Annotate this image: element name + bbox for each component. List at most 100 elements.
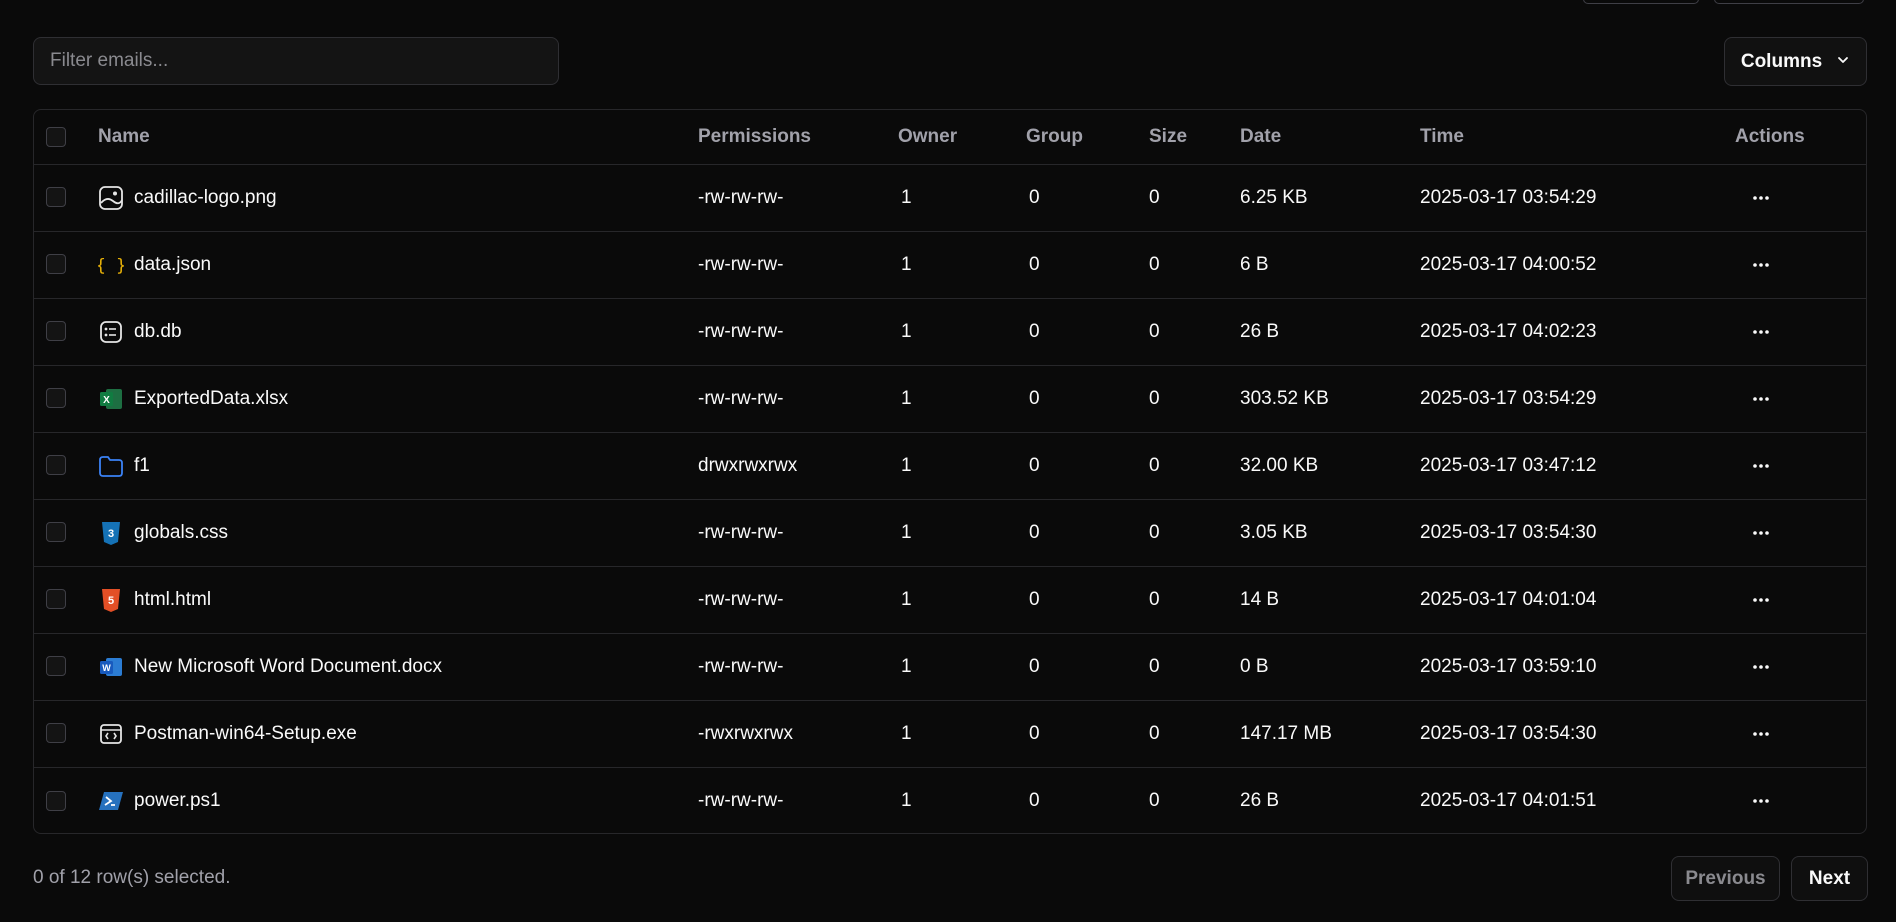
- group-cell: 0: [1029, 789, 1040, 811]
- table-row[interactable]: W New Microsoft Word Document.docx -rw-rw-…: [34, 633, 1866, 700]
- header-time[interactable]: Time: [1420, 110, 1735, 164]
- date-cell: 26 B: [1240, 320, 1280, 342]
- owner-cell: 1: [901, 588, 912, 610]
- file-name-cell[interactable]: 3 globals.css: [98, 520, 698, 546]
- html-file-icon: 5: [98, 587, 124, 613]
- table-row[interactable]: power.ps1 -rw-rw-rw- 1 0 0 26 B 2025-03-17 04:…: [34, 767, 1866, 833]
- file-name-cell[interactable]: { } data.json: [98, 252, 698, 278]
- time-cell: 2025-03-17 04:00:52: [1420, 253, 1597, 275]
- size-cell: 0: [1149, 320, 1160, 342]
- file-name[interactable]: cadillac-logo.png: [134, 187, 277, 209]
- header-group[interactable]: Group: [1026, 110, 1149, 164]
- powershell-file-icon: [98, 788, 124, 814]
- file-name-cell[interactable]: power.ps1: [98, 788, 698, 814]
- file-name-cell[interactable]: W New Microsoft Word Document.docx: [98, 654, 698, 680]
- size-cell: 0: [1149, 588, 1160, 610]
- svg-text:{ }: { }: [98, 256, 124, 276]
- row-actions-menu-icon[interactable]: [1746, 384, 1776, 414]
- file-name[interactable]: ExportedData.xlsx: [134, 388, 288, 410]
- date-cell: 32.00 KB: [1240, 454, 1319, 476]
- group-cell: 0: [1029, 588, 1040, 610]
- time-cell: 2025-03-17 04:02:23: [1420, 320, 1597, 342]
- date-cell: 3.05 KB: [1240, 521, 1308, 543]
- row-checkbox[interactable]: [46, 187, 66, 208]
- header-name[interactable]: Name: [98, 110, 698, 164]
- row-actions-menu-icon[interactable]: [1746, 451, 1776, 481]
- table-row[interactable]: Postman-win64-Setup.exe -rwxrwxrwx 1 0 0 147.…: [34, 700, 1866, 767]
- permissions-cell: -rw-rw-rw-: [698, 387, 784, 409]
- permissions-cell: -rw-rw-rw-: [698, 186, 784, 208]
- permissions-cell: -rw-rw-rw-: [698, 789, 784, 811]
- next-button[interactable]: Next: [1791, 856, 1868, 901]
- file-name[interactable]: power.ps1: [134, 790, 221, 812]
- time-cell: 2025-03-17 04:01:51: [1420, 789, 1597, 811]
- date-cell: 14 B: [1240, 588, 1280, 610]
- row-actions-menu-icon[interactable]: [1746, 250, 1776, 280]
- top-button-partial-2[interactable]: [1714, 0, 1864, 4]
- columns-button[interactable]: Columns: [1724, 37, 1867, 86]
- row-checkbox[interactable]: [46, 321, 66, 342]
- file-name[interactable]: db.db: [134, 321, 182, 343]
- previous-button[interactable]: Previous: [1671, 856, 1780, 901]
- owner-cell: 1: [901, 387, 912, 409]
- file-name-cell[interactable]: cadillac-logo.png: [98, 185, 698, 211]
- permissions-cell: -rw-rw-rw-: [698, 320, 784, 342]
- row-actions-menu-icon[interactable]: [1746, 719, 1776, 749]
- size-cell: 0: [1149, 521, 1160, 543]
- row-actions-menu-icon[interactable]: [1746, 652, 1776, 682]
- folder-icon: [98, 453, 124, 479]
- file-name-cell[interactable]: X ExportedData.xlsx: [98, 386, 698, 412]
- time-cell: 2025-03-17 03:54:29: [1420, 387, 1597, 409]
- table-row[interactable]: { } data.json -rw-rw-rw- 1 0 0 6 B 2025-03-17 0…: [34, 231, 1866, 298]
- table-row[interactable]: cadillac-logo.png -rw-rw-rw- 1 0 0 6.25 KB 202…: [34, 164, 1866, 231]
- selection-status: 0 of 12 row(s) selected.: [33, 867, 231, 888]
- row-checkbox[interactable]: [46, 522, 66, 543]
- time-cell: 2025-03-17 03:54:30: [1420, 521, 1597, 543]
- file-name[interactable]: Postman-win64-Setup.exe: [134, 723, 357, 745]
- row-checkbox[interactable]: [46, 656, 66, 677]
- row-checkbox[interactable]: [46, 254, 66, 275]
- select-all-checkbox[interactable]: [46, 126, 66, 147]
- size-cell: 0: [1149, 789, 1160, 811]
- header-size[interactable]: Size: [1149, 110, 1240, 164]
- row-checkbox[interactable]: [46, 455, 66, 476]
- file-name[interactable]: data.json: [134, 254, 211, 276]
- group-cell: 0: [1029, 320, 1040, 342]
- row-actions-menu-icon[interactable]: [1746, 585, 1776, 615]
- owner-cell: 1: [901, 722, 912, 744]
- row-actions-menu-icon[interactable]: [1746, 183, 1776, 213]
- file-name-cell[interactable]: f1: [98, 453, 698, 479]
- table-row[interactable]: db.db -rw-rw-rw- 1 0 0 26 B 2025-03-17 04:02:2…: [34, 298, 1866, 365]
- row-actions-menu-icon[interactable]: [1746, 317, 1776, 347]
- filter-emails-input[interactable]: [33, 37, 559, 85]
- header-permissions[interactable]: Permissions: [698, 110, 898, 164]
- date-cell: 6.25 KB: [1240, 186, 1308, 208]
- file-name-cell[interactable]: 5 html.html: [98, 587, 698, 613]
- file-name-cell[interactable]: db.db: [98, 319, 698, 345]
- top-button-partial-1[interactable]: [1583, 0, 1699, 4]
- table-row[interactable]: 5 html.html -rw-rw-rw- 1 0 0 14 B 2025-03-17 04…: [34, 566, 1866, 633]
- file-name[interactable]: html.html: [134, 589, 211, 611]
- file-name[interactable]: New Microsoft Word Document.docx: [134, 656, 442, 678]
- excel-file-icon: X: [98, 386, 124, 412]
- group-cell: 0: [1029, 186, 1040, 208]
- file-name[interactable]: globals.css: [134, 522, 228, 544]
- file-name[interactable]: f1: [134, 455, 150, 477]
- size-cell: 0: [1149, 253, 1160, 275]
- table-row[interactable]: X ExportedData.xlsx -rw-rw-rw- 1 0 0 303.52 KB…: [34, 365, 1866, 432]
- row-checkbox[interactable]: [46, 388, 66, 409]
- table-row[interactable]: 3 globals.css -rw-rw-rw- 1 0 0 3.05 KB 2025-03-…: [34, 499, 1866, 566]
- row-actions-menu-icon[interactable]: [1746, 518, 1776, 548]
- size-cell: 0: [1149, 655, 1160, 677]
- owner-cell: 1: [901, 186, 912, 208]
- row-checkbox[interactable]: [46, 790, 66, 811]
- group-cell: 0: [1029, 253, 1040, 275]
- time-cell: 2025-03-17 03:47:12: [1420, 454, 1597, 476]
- header-date[interactable]: Date: [1240, 110, 1420, 164]
- file-name-cell[interactable]: Postman-win64-Setup.exe: [98, 721, 698, 747]
- table-row[interactable]: f1 drwxrwxrwx 1 0 0 32.00 KB 2025-03-17 03:47:…: [34, 432, 1866, 499]
- row-actions-menu-icon[interactable]: [1746, 786, 1776, 816]
- header-owner[interactable]: Owner: [898, 110, 1026, 164]
- row-checkbox[interactable]: [46, 723, 66, 744]
- row-checkbox[interactable]: [46, 589, 66, 610]
